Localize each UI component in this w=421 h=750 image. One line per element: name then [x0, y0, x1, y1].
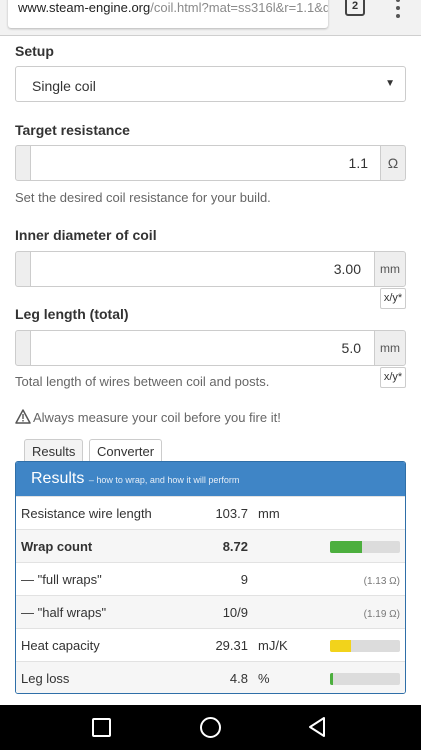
target-resistance-label: Target resistance [15, 122, 130, 138]
more-menu-icon[interactable] [392, 0, 404, 20]
url-path: /coil.html?mat=ss316l&r=1.1&dia=0 [150, 0, 328, 15]
result-value: 29.31 [194, 628, 248, 662]
setup-label: Setup [15, 43, 54, 59]
inner-diameter-convert-button[interactable]: x/y* [380, 288, 406, 309]
tab-switcher-button[interactable]: 2 [345, 0, 365, 16]
table-row: Resistance wire length 103.7 mm [16, 496, 405, 530]
inner-diameter-addon [15, 251, 31, 287]
result-level-fill [330, 541, 362, 554]
inner-diameter-group: mm [15, 251, 406, 287]
results-header: Results – how to wrap, and how it will p… [16, 462, 405, 496]
result-value: 9 [194, 562, 248, 596]
leg-length-help: Total length of wires between coil and p… [15, 374, 270, 389]
results-subtitle: – how to wrap, and how it will perform [88, 475, 240, 485]
leg-length-input[interactable] [30, 330, 376, 366]
leg-length-unit: mm [374, 330, 406, 366]
result-unit [248, 562, 318, 596]
result-label: Heat capacity [16, 628, 194, 662]
convert-icon: x/y* [383, 292, 403, 304]
leg-length-addon [15, 330, 31, 366]
recents-icon[interactable] [92, 718, 111, 737]
result-note: (1.19 Ω) [363, 608, 400, 620]
result-value: 8.72 [194, 529, 248, 563]
setup-select[interactable]: Single coil ▼ [15, 66, 406, 102]
result-level-bar [330, 541, 400, 554]
table-row: — "half wraps" 10/9 (1.19 Ω) [16, 595, 405, 629]
chevron-down-icon: ▼ [385, 78, 395, 89]
result-unit: mJ/K [248, 628, 318, 662]
warning-icon [15, 409, 31, 424]
result-value: 4.8 [194, 661, 248, 693]
result-note: (1.13 Ω) [363, 575, 400, 587]
back-icon[interactable] [308, 716, 326, 738]
result-extra: (1.19 Ω) [318, 595, 405, 629]
browser-toolbar: www.steam-engine.org/coil.html?mat=ss316… [0, 0, 421, 36]
result-unit: mm [248, 496, 318, 530]
result-level-fill [330, 640, 351, 653]
target-resistance-help: Set the desired coil resistance for your… [15, 190, 271, 205]
table-row: Wrap count 8.72 [16, 529, 405, 563]
target-resistance-addon [15, 145, 31, 181]
inner-diameter-input[interactable] [30, 251, 376, 287]
result-label: Wrap count [16, 529, 194, 563]
result-unit: % [248, 661, 318, 693]
url-domain: www.steam-engine.org [18, 0, 151, 15]
ohm-unit: Ω [380, 145, 406, 181]
home-icon[interactable] [200, 717, 221, 738]
result-unit [248, 529, 318, 563]
setup-selected-value: Single coil [32, 78, 96, 94]
result-level-bar [330, 673, 400, 686]
convert-icon: x/y* [383, 371, 403, 383]
leg-length-convert-button[interactable]: x/y* [380, 367, 406, 388]
result-label: — "half wraps" [16, 595, 194, 629]
url-field[interactable]: www.steam-engine.org/coil.html?mat=ss316… [8, 0, 328, 28]
result-label: — "full wraps" [16, 562, 194, 596]
safety-warning: Always measure your coil before you fire… [15, 409, 281, 425]
result-level-fill [330, 673, 333, 686]
result-unit [248, 595, 318, 629]
results-panel: Results – how to wrap, and how it will p… [15, 461, 406, 694]
tab-results[interactable]: Results [24, 439, 84, 463]
warning-text: Always measure your coil before you fire… [33, 410, 281, 425]
inner-diameter-unit: mm [374, 251, 406, 287]
table-row: — "full wraps" 9 (1.13 Ω) [16, 562, 405, 596]
leg-length-label: Leg length (total) [15, 306, 129, 322]
result-label: Leg loss [16, 661, 194, 693]
target-resistance-group: Ω [15, 145, 406, 181]
result-extra: (1.13 Ω) [318, 562, 405, 596]
result-value: 103.7 [194, 496, 248, 530]
inner-diameter-label: Inner diameter of coil [15, 227, 157, 243]
results-table: Resistance wire length 103.7 mm Wrap count 8… [16, 496, 405, 693]
system-nav-bar [0, 705, 421, 750]
table-row: Heat capacity 29.31 mJ/K [16, 628, 405, 662]
table-row: Leg loss 4.8% [16, 661, 405, 693]
tab-converter[interactable]: Converter [89, 439, 163, 463]
results-title: Results [31, 470, 85, 487]
result-value: 10/9 [194, 595, 248, 629]
result-extra [318, 496, 405, 530]
leg-length-group: mm [15, 330, 406, 366]
result-label: Resistance wire length [16, 496, 194, 530]
result-extra [318, 628, 405, 662]
target-resistance-input[interactable] [30, 145, 383, 181]
result-extra [318, 661, 405, 693]
result-level-bar [330, 640, 400, 653]
result-extra [318, 529, 405, 563]
